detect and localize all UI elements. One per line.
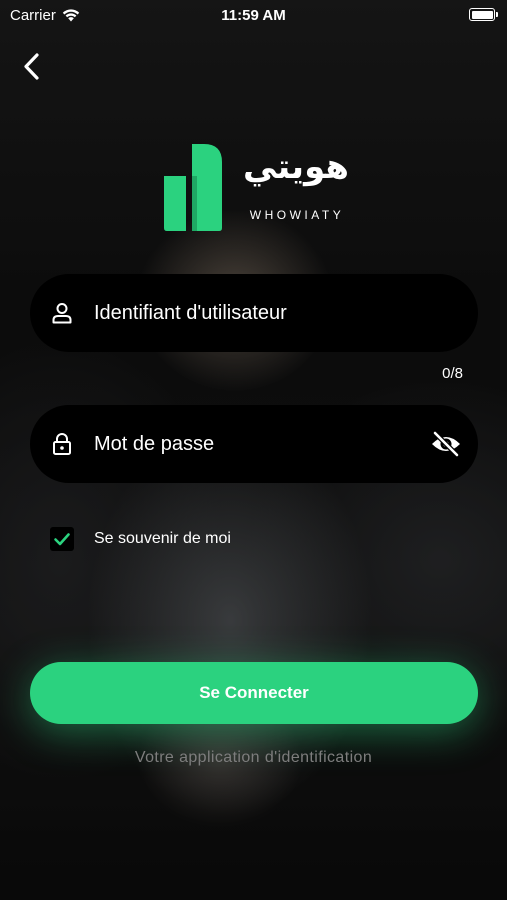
logo-arabic-text: هويتي bbox=[243, 147, 349, 187]
username-char-counter: 0/8 bbox=[442, 365, 463, 382]
username-field[interactable]: Identifiant d'utilisateur bbox=[30, 274, 478, 352]
logo-latin-text: WHOWIATY bbox=[249, 208, 345, 222]
toggle-password-visibility[interactable] bbox=[430, 430, 462, 458]
eye-off-icon bbox=[432, 431, 460, 457]
battery-icon bbox=[469, 8, 498, 21]
app-tagline: Votre application d'identification bbox=[134, 749, 373, 766]
check-icon bbox=[54, 533, 70, 546]
user-icon bbox=[52, 303, 72, 324]
username-placeholder: Identifiant d'utilisateur bbox=[94, 301, 287, 324]
chevron-left-icon bbox=[24, 53, 39, 80]
status-bar: Carrier 11:59 AM bbox=[0, 0, 507, 32]
lock-icon bbox=[53, 433, 71, 455]
remember-me-checkbox[interactable]: Se souvenir de moi bbox=[50, 527, 231, 551]
checkbox-box[interactable] bbox=[50, 527, 74, 551]
back-button[interactable] bbox=[18, 50, 48, 84]
password-field[interactable]: Mot de passe bbox=[30, 405, 478, 483]
password-placeholder: Mot de passe bbox=[94, 432, 215, 455]
remember-me-label: Se souvenir de moi bbox=[94, 530, 231, 547]
logo-mark-icon bbox=[164, 144, 222, 231]
status-time: 11:59 AM bbox=[221, 7, 286, 24]
connect-button[interactable]: Se Connecter bbox=[30, 662, 478, 724]
app-logo: هويتي WHOWIATY bbox=[162, 142, 362, 234]
login-screen: Carrier 11:59 AM هويتي WHOWIATY Identifi… bbox=[0, 0, 507, 900]
